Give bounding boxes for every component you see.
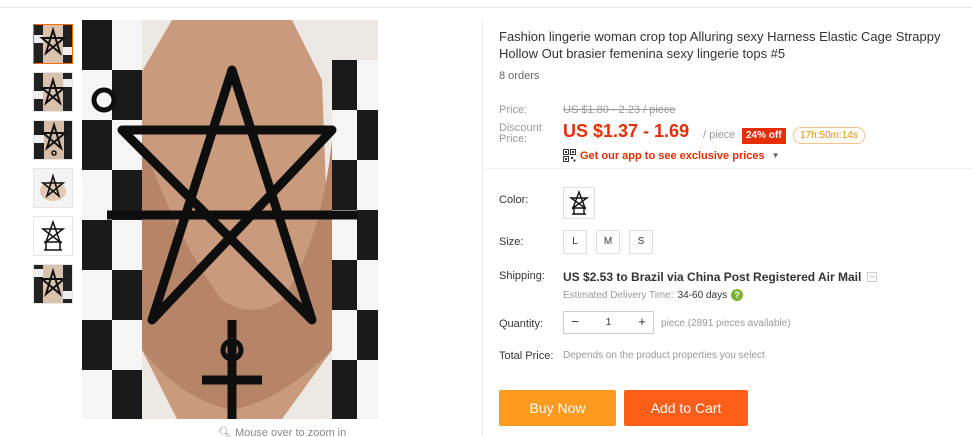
zoom-hint-text: Mouse over to zoom in [234,426,347,437]
original-price: US $1.80 - 2.23 / piece [563,104,676,116]
qr-code-icon [563,149,576,162]
header-divider [0,7,972,8]
discount-price: US $1.37 - 1.69 [563,121,690,141]
quantity-stepper: − + [563,311,654,334]
add-to-cart-button[interactable]: Add to Cart [624,390,748,426]
thumbnail-6[interactable] [33,264,73,304]
color-option-image [568,190,590,215]
estimated-delivery-days: 34-60 days [677,289,728,301]
help-icon[interactable]: ? [731,289,744,301]
panel-divider [482,20,483,437]
color-label: Color: [499,194,529,206]
price-label: Price: [499,104,528,116]
product-thumbnail-image [34,25,72,63]
size-label: Size: [499,236,524,248]
quantity-availability: piece (2891 pieces available) [661,318,791,329]
total-price-note: Depends on the product properties you se… [563,350,765,361]
order-count: 8 orders [499,70,540,82]
thumbnail-2[interactable] [33,72,73,112]
quantity-increase-button[interactable]: + [631,312,653,333]
product-thumbnail-image [34,121,72,159]
app-promo-text: Get our app to see exclusive prices [580,149,765,162]
size-option-m[interactable]: M [596,230,620,254]
quantity-input[interactable] [586,312,631,333]
thumbnail-3[interactable] [33,120,73,160]
discount-badge: 24% off [742,128,786,144]
total-price-label: Total Price: [499,350,554,362]
product-thumbnail-image [34,73,72,111]
buy-now-button[interactable]: Buy Now [499,390,616,426]
estimated-delivery-label: Estimated Delivery Time: [563,289,674,301]
app-promo-link[interactable]: Get our app to see exclusive prices ▼ [563,149,780,162]
thumbnail-5[interactable] [33,216,73,256]
product-photo [82,20,378,419]
product-thumbnail-image [34,217,72,255]
size-option-l[interactable]: L [563,230,587,254]
discount-price-label: Discount Price: [499,122,542,145]
thumbnail-1[interactable] [33,24,73,64]
main-product-image[interactable] [82,20,378,419]
quantity-label: Quantity: [499,318,544,330]
chevron-down-icon: ▼ [771,151,780,160]
color-option[interactable] [563,187,595,219]
thumbnail-4[interactable] [33,168,73,208]
search-icon: 🔍︎ [218,427,232,437]
size-option-s[interactable]: S [629,230,653,254]
price-unit: / piece [703,129,736,141]
chevron-down-icon[interactable]: ⌵ [867,272,878,282]
quantity-decrease-button[interactable]: − [564,312,586,333]
shipping-text: US $2.53 to Brazil via China Post Regist… [563,270,862,284]
sku-divider [484,168,972,169]
product-thumbnail-image [34,265,72,303]
zoom-hint: 🔍︎ Mouse over to zoom in [218,426,346,437]
shipping-method[interactable]: US $2.53 to Brazil via China Post Regist… [563,270,878,284]
estimated-delivery: Estimated Delivery Time: 34-60 days ? [563,289,744,301]
countdown-timer: 17h:50m:14s [793,127,865,144]
product-title: Fashion lingerie woman crop top Alluring… [499,29,941,61]
product-thumbnail-image [34,169,72,207]
shipping-label: Shipping: [499,270,545,282]
thumbnail-list [33,24,78,312]
